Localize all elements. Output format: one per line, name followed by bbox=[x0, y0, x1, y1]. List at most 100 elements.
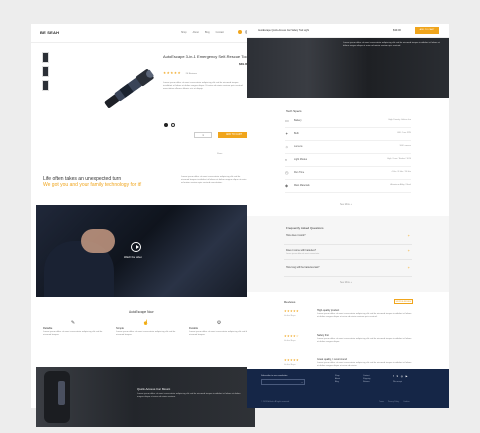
video-label[interactable]: Watch the video bbox=[124, 256, 142, 259]
run-time-icon: ◷ bbox=[285, 170, 289, 175]
spec-row: ◐ Light Modes High / Low / Strobe / SOS bbox=[285, 154, 411, 167]
spec-row: ☼ Lumens 300 Lumens bbox=[285, 141, 411, 154]
specs-see-more-link[interactable]: See More + bbox=[340, 204, 352, 206]
review-text: Lorem ipsum dolor sit amet consectetur a… bbox=[317, 362, 412, 367]
spec-key: Lumens bbox=[294, 145, 303, 148]
spec-row: ◷ Run Time 4 Hrs / 8 Hrs / 10 Hrs bbox=[285, 167, 411, 180]
spec-value: LED Cree XPE bbox=[397, 132, 411, 134]
thumbnail-image[interactable] bbox=[42, 80, 49, 91]
spec-key: Battery bbox=[294, 119, 302, 122]
spec-value: High / Low / Strobe / SOS bbox=[387, 158, 411, 160]
plus-icon[interactable]: + bbox=[408, 248, 410, 253]
lumen-icon: ☼ bbox=[285, 144, 289, 149]
review-text: Lorem ipsum dolor sit amet consectetur a… bbox=[317, 338, 412, 343]
feature-title: Simple bbox=[116, 327, 124, 330]
feature-text: Lorem ipsum dolor sit amet consectetur a… bbox=[43, 331, 103, 336]
feature-title: Reliable bbox=[43, 327, 53, 330]
headline-line2: We got you and your family technology fo… bbox=[43, 182, 142, 188]
nav-link[interactable]: Blog bbox=[205, 31, 210, 34]
faq-item[interactable]: How does it work? + bbox=[284, 233, 412, 245]
legal-link[interactable]: Privacy Policy bbox=[388, 401, 399, 403]
plus-icon[interactable]: + bbox=[408, 233, 410, 238]
product-title: AutoEscape 3-in-1 Emergency Self-Rescue … bbox=[163, 54, 249, 59]
features-title: AutoEscape Now bbox=[129, 310, 154, 314]
sticky-add-to-cart-button[interactable]: ADD TO CART bbox=[415, 27, 439, 34]
faq-item[interactable]: How long will the batteries last? + bbox=[284, 265, 412, 277]
review-stars: ★★★★★ bbox=[284, 358, 299, 362]
spec-value: Aluminum Alloy / Steel bbox=[390, 184, 411, 186]
faq-item[interactable]: Does it come with batteries? Lorem ipsum… bbox=[284, 248, 412, 260]
color-swatch-white[interactable] bbox=[171, 123, 175, 127]
faq-title: Frequently Asked Questions bbox=[286, 226, 324, 230]
headline: Life often takes an unexpected turn We g… bbox=[43, 176, 142, 188]
review-title: Great quality, I recommend bbox=[317, 358, 347, 361]
car-mount-text: Lorem ipsum dolor sit amet consectetur a… bbox=[137, 393, 241, 398]
video-scene-hand bbox=[81, 229, 115, 253]
review-stars: ★★★★☆ bbox=[284, 334, 299, 338]
social-icons[interactable]: f ♥ ◎ ▶ bbox=[393, 375, 409, 378]
spec-row: ✦ Bulb LED Cree XPE bbox=[285, 128, 411, 141]
review-title: Safety first bbox=[317, 334, 329, 337]
spec-key: Main Materials bbox=[294, 184, 310, 187]
hero-text: Lorem ipsum dolor sit amet consectetur a… bbox=[343, 42, 440, 47]
product-page-right: AutoEscape Quick-Access Car Safety Tool … bbox=[247, 24, 449, 408]
newsletter-email-input[interactable]: → bbox=[261, 379, 305, 385]
spec-row: ▭ Battery High Density Lithium Ion bbox=[285, 115, 411, 128]
video-section[interactable]: Watch the video bbox=[36, 205, 255, 297]
thumbnail-image[interactable] bbox=[42, 52, 49, 63]
car-mount-copy: Quick-Access Car Mount Lorem ipsum dolor… bbox=[137, 387, 247, 399]
faq-question[interactable]: How does it work? bbox=[286, 234, 306, 237]
review-count[interactable]: 24 Reviews bbox=[186, 73, 197, 75]
spec-key: Light Modes bbox=[294, 158, 308, 161]
color-swatch-black[interactable] bbox=[164, 123, 168, 127]
legal-link[interactable]: Cookies bbox=[403, 401, 410, 403]
footer-links-col1: Shop About Blog bbox=[335, 375, 340, 385]
site-logo[interactable]: BE SEAH bbox=[40, 30, 59, 35]
faq-question[interactable]: How long will the batteries last? bbox=[286, 266, 320, 269]
product-description: Lorem ipsum dolor sit amet consectetur a… bbox=[163, 82, 243, 90]
cart-icon[interactable] bbox=[238, 30, 242, 34]
review-text: Lorem ipsum dolor sit amet consectetur a… bbox=[317, 313, 412, 318]
site-header: BE SEAH Shop About Blog Contact bbox=[31, 24, 257, 43]
product-info: AutoEscape 3-in-1 Emergency Self-Rescue … bbox=[163, 54, 251, 91]
hand-icon: ☝ bbox=[142, 320, 150, 326]
reviews-title: Reviews bbox=[284, 300, 296, 304]
add-to-cart-button[interactable]: ADD TO CART bbox=[218, 132, 250, 138]
spec-value: 300 Lumens bbox=[399, 145, 411, 147]
nav-link[interactable]: About bbox=[193, 31, 199, 34]
feature-item: ⚙ Durable Lorem ipsum dolor sit amet con… bbox=[189, 320, 249, 337]
tech-specs-title: Tech Specs bbox=[286, 109, 302, 113]
car-mount-section: Quick-Access Car Mount Lorem ipsum dolor… bbox=[36, 367, 255, 427]
bulb-icon: ✦ bbox=[285, 131, 289, 136]
sticky-product-bar: AutoEscape Quick-Access Car Safety Tool … bbox=[247, 24, 449, 38]
thumbnail-image[interactable] bbox=[42, 66, 49, 77]
nav-link[interactable]: Shop bbox=[181, 31, 187, 34]
faq-question[interactable]: Does it come with batteries? bbox=[286, 249, 316, 252]
product-thumbnails bbox=[42, 52, 50, 94]
flashlight-product-image bbox=[104, 69, 155, 108]
nav-link[interactable]: Contact bbox=[216, 31, 224, 34]
intro-text: Lorem ipsum dolor sit amet consectetur a… bbox=[181, 176, 247, 184]
spec-key: Run Time bbox=[294, 171, 305, 174]
share-links[interactable]: Share bbox=[217, 153, 222, 155]
spec-row: ◆ Main Materials Aluminum Alloy / Steel bbox=[285, 180, 411, 193]
faq-see-more-link[interactable]: See More + bbox=[340, 282, 352, 284]
faq-answer: Lorem ipsum dolor sit amet consectetur. bbox=[286, 253, 320, 255]
arrow-right-icon[interactable]: → bbox=[300, 381, 303, 384]
product-page-left: BE SEAH Shop About Blog Contact AutoEsca… bbox=[31, 24, 257, 427]
rating-stars: ★★★★★ bbox=[163, 71, 182, 75]
plus-icon[interactable]: + bbox=[408, 265, 410, 270]
play-icon[interactable] bbox=[131, 242, 141, 252]
wrench-icon: ✎ bbox=[70, 320, 76, 326]
review-title: High-quality product bbox=[317, 309, 340, 312]
quantity-input[interactable]: 1 bbox=[194, 132, 212, 138]
spec-key: Bulb bbox=[294, 132, 299, 135]
gear-icon: ⚙ bbox=[216, 320, 222, 326]
write-review-button[interactable]: WRITE A REVIEW bbox=[394, 299, 413, 304]
footer-link[interactable]: Blog bbox=[335, 381, 340, 384]
materials-icon: ◆ bbox=[285, 183, 289, 188]
footer-link[interactable]: Returns bbox=[363, 381, 370, 384]
legal-link[interactable]: Terms bbox=[379, 401, 384, 403]
review-author: Verified Buyer bbox=[284, 340, 296, 342]
car-mount-title: Quick-Access Car Mount bbox=[137, 387, 171, 391]
